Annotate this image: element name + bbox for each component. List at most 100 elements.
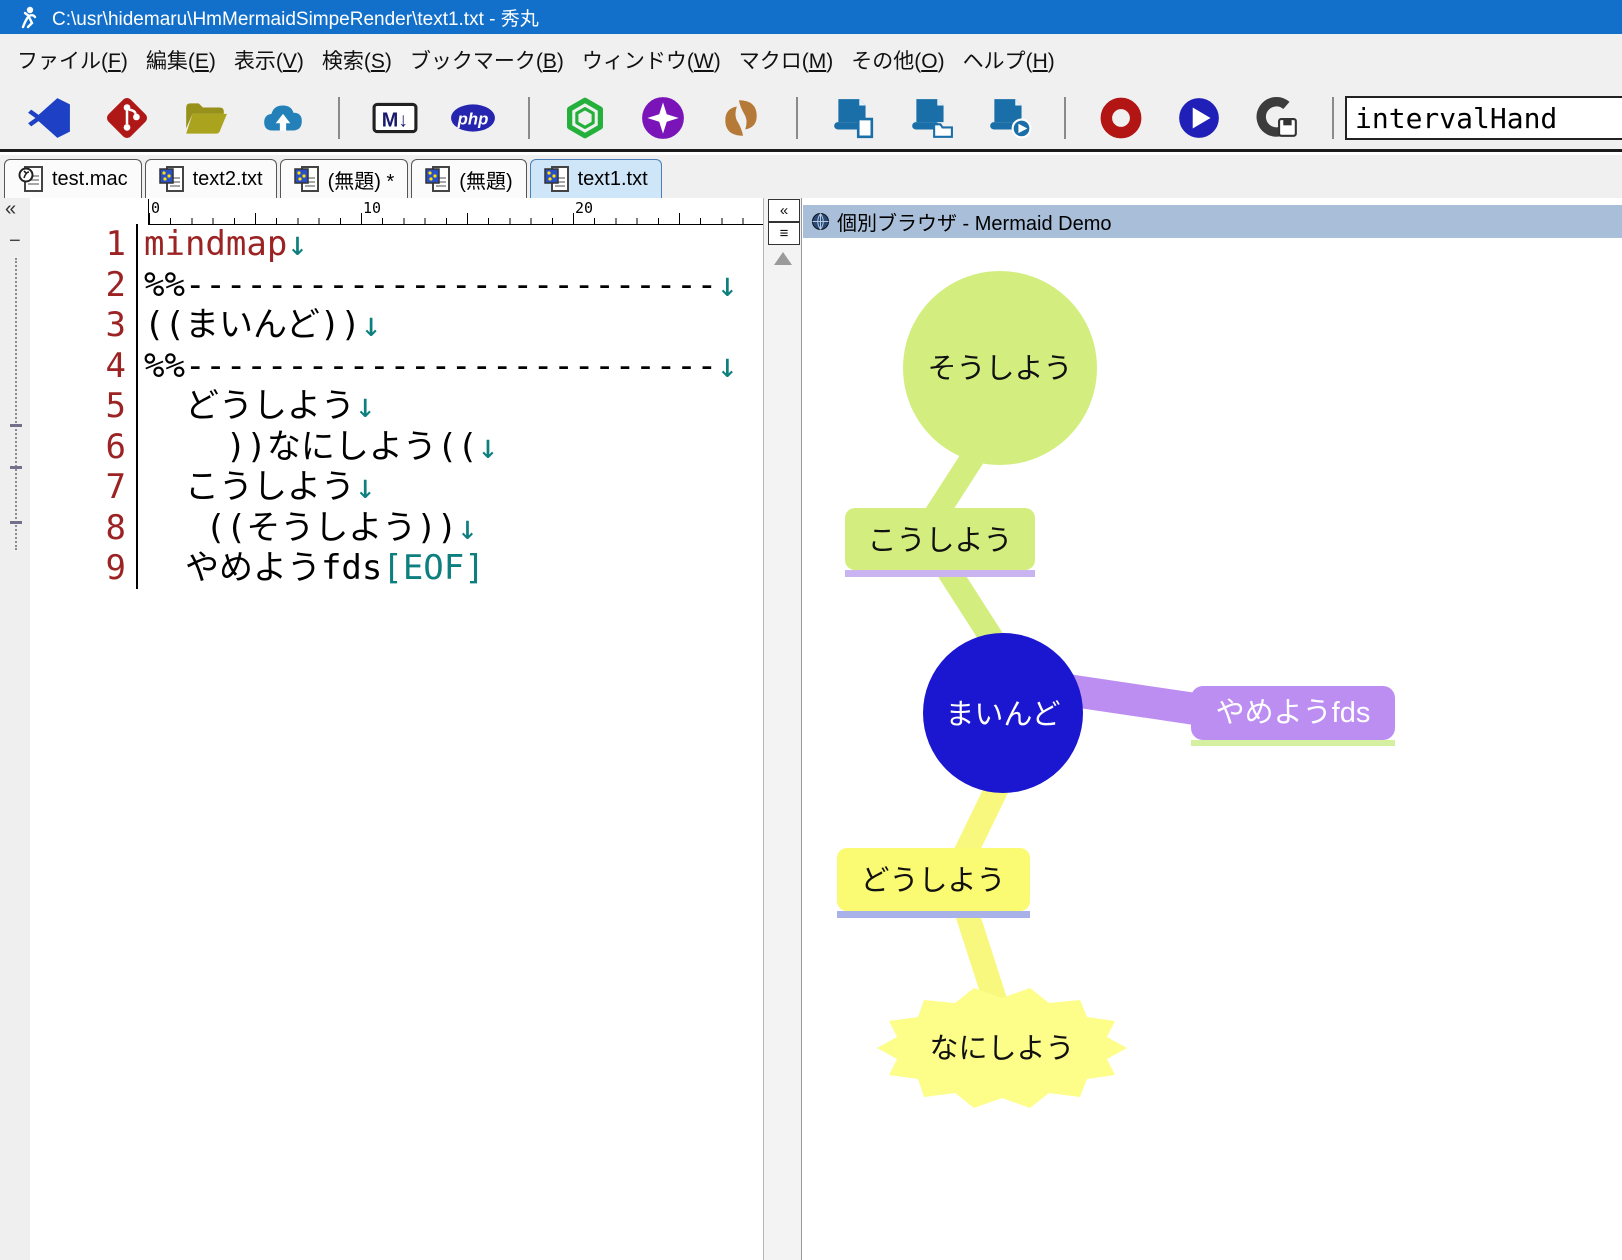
mermaid-mindmap: そうしよう こうしよう まいんど やめようfds どうしよう なにしよう: [837, 271, 1395, 1108]
code-line: 9 やめようfds [EOF]: [30, 548, 763, 589]
line-number: 9: [105, 548, 126, 588]
hidemaru-app-icon: [21, 6, 37, 29]
line-number: 6: [105, 426, 126, 467]
hidemaru-window: C:\usr\hidemaru\HmMermaidSimpeRender\tex…: [0, 0, 1622, 1260]
php-icon[interactable]: php: [450, 95, 496, 141]
tab-bar: test.mac text2.txt (無題) * (無題) text1.txt: [0, 155, 1622, 198]
browser-preview-panel: 個別ブラウザ - Mermaid Demo そうしよう こうしよう まいんど や…: [801, 198, 1622, 1260]
tab-untitled[interactable]: (無題): [411, 159, 527, 198]
toolbar-separator: [1064, 96, 1066, 139]
toolbar: M↓ php: [0, 86, 1622, 152]
menu-view[interactable]: 表示(V): [225, 45, 313, 75]
toolbar-separator: [1332, 96, 1334, 139]
menu-help[interactable]: ヘルプ(H): [954, 45, 1064, 75]
svg-text:こうしよう: こうしよう: [867, 525, 1012, 557]
line-number: 2: [105, 264, 126, 305]
macro-save-icon[interactable]: [1254, 95, 1300, 141]
ruler-number: 20: [575, 199, 594, 217]
code-line: 5 どうしよう ↓: [30, 386, 763, 427]
tab-untitled-modified[interactable]: (無題) *: [279, 159, 409, 198]
svg-text:php: php: [457, 109, 489, 128]
fold-guide-line: [15, 258, 17, 550]
code-line: 6 ))なにしよう((↓: [30, 426, 763, 467]
svg-text:そうしよう: そうしよう: [927, 353, 1072, 385]
line-number: 8: [105, 507, 126, 548]
mindmap-edge-maindo-yameyoufds: [1051, 674, 1218, 726]
fold-minus-mark[interactable]: −: [9, 230, 21, 253]
line-number: 5: [105, 386, 126, 426]
tab-text2-txt[interactable]: text2.txt: [144, 159, 277, 198]
menu-search[interactable]: 検索(S): [313, 45, 401, 75]
tab-label: text2.txt: [192, 167, 263, 190]
mindmap-node-koushiyou: こうしよう: [845, 508, 1035, 577]
line-number: 3: [105, 305, 126, 345]
toolbar-separator: [796, 96, 798, 139]
editor-pane[interactable]: 0 10 20 1 mindmap ↓ 2 %%-----------------…: [30, 198, 763, 1260]
code-area[interactable]: 1 mindmap ↓ 2 %%-------------------------…: [30, 224, 763, 589]
fold-tick: [10, 424, 22, 427]
column-ruler: 0 10 20: [148, 199, 763, 225]
newline-marker: ↓: [457, 507, 478, 548]
gemini-icon[interactable]: [640, 95, 686, 141]
svg-text:やめようfds: やめようfds: [1216, 697, 1371, 729]
folder-open-icon[interactable]: [182, 95, 228, 141]
tab-text1-txt[interactable]: text1.txt: [529, 159, 662, 198]
newline-marker: ↓: [287, 224, 308, 264]
editor-vertical-scrollbar[interactable]: « ≡: [763, 198, 802, 1260]
scroll-up-arrow[interactable]: [774, 252, 792, 265]
mindmap-node-soushiyou: そうしよう: [903, 271, 1097, 465]
text-file-icon: [293, 166, 319, 192]
menu-window[interactable]: ウィンドウ(W): [573, 45, 730, 75]
eof-marker: [EOF]: [382, 548, 485, 588]
collapse-all-button[interactable]: «: [5, 198, 16, 221]
line-number: 4: [105, 345, 126, 386]
tab-label: (無題) *: [327, 170, 395, 193]
toolbar-separator: [338, 96, 340, 139]
cloud-upload-icon[interactable]: [260, 95, 306, 141]
git-icon[interactable]: [104, 95, 150, 141]
tab-test-mac[interactable]: test.mac: [4, 159, 142, 198]
newline-marker: ↓: [717, 345, 738, 386]
openai-icon[interactable]: [562, 95, 608, 141]
menu-macro[interactable]: マクロ(M): [730, 45, 843, 75]
menu-other[interactable]: その他(O): [842, 45, 953, 75]
macro-name-input[interactable]: [1345, 96, 1622, 140]
globe-icon: [812, 213, 829, 230]
claude-icon[interactable]: [718, 95, 764, 141]
menu-file[interactable]: ファイル(F): [8, 45, 137, 75]
tab-label: (無題): [459, 170, 513, 193]
text-file-icon: [425, 166, 451, 192]
macro-new-icon[interactable]: [830, 95, 876, 141]
fold-tick: [10, 466, 22, 469]
collapse-panel-button[interactable]: «: [768, 199, 800, 222]
macro-play-icon[interactable]: [1176, 95, 1222, 141]
fold-tick: [10, 521, 22, 524]
code-line: 1 mindmap ↓: [30, 224, 763, 265]
line-number: 1: [105, 224, 126, 264]
mindmap-node-maindo: まいんど: [923, 633, 1083, 793]
svg-text:なにしよう: なにしよう: [929, 1033, 1074, 1065]
ruler-number: 0: [151, 199, 161, 217]
vscode-icon[interactable]: [26, 95, 72, 141]
outline-list-button[interactable]: ≡: [768, 222, 800, 245]
menu-bookmark[interactable]: ブックマーク(B): [401, 45, 573, 75]
macro-run-icon[interactable]: [986, 95, 1032, 141]
mindmap-node-nanishiyou: なにしよう: [877, 988, 1127, 1108]
tab-label: test.mac: [52, 167, 128, 190]
newline-marker: ↓: [477, 426, 499, 467]
svg-text:まいんど: まいんど: [945, 699, 1060, 731]
svg-text:どうしよう: どうしよう: [860, 865, 1005, 897]
toolbar-separator: [528, 96, 530, 139]
newline-marker: ↓: [360, 305, 382, 345]
newline-marker: ↓: [354, 386, 376, 426]
preview-titlebar: 個別ブラウザ - Mermaid Demo: [803, 205, 1622, 238]
markdown-icon[interactable]: M↓: [372, 95, 418, 141]
macro-record-icon[interactable]: [1098, 95, 1144, 141]
menu-bar: ファイル(F) 編集(E) 表示(V) 検索(S) ブックマーク(B) ウィンド…: [0, 34, 1622, 86]
text-file-icon: [543, 166, 569, 192]
text-file-icon: [158, 166, 184, 192]
macro-open-icon[interactable]: [908, 95, 954, 141]
svg-text:M↓: M↓: [382, 109, 408, 131]
preview-title: 個別ブラウザ - Mermaid Demo: [837, 213, 1112, 235]
menu-edit[interactable]: 編集(E): [137, 45, 225, 75]
